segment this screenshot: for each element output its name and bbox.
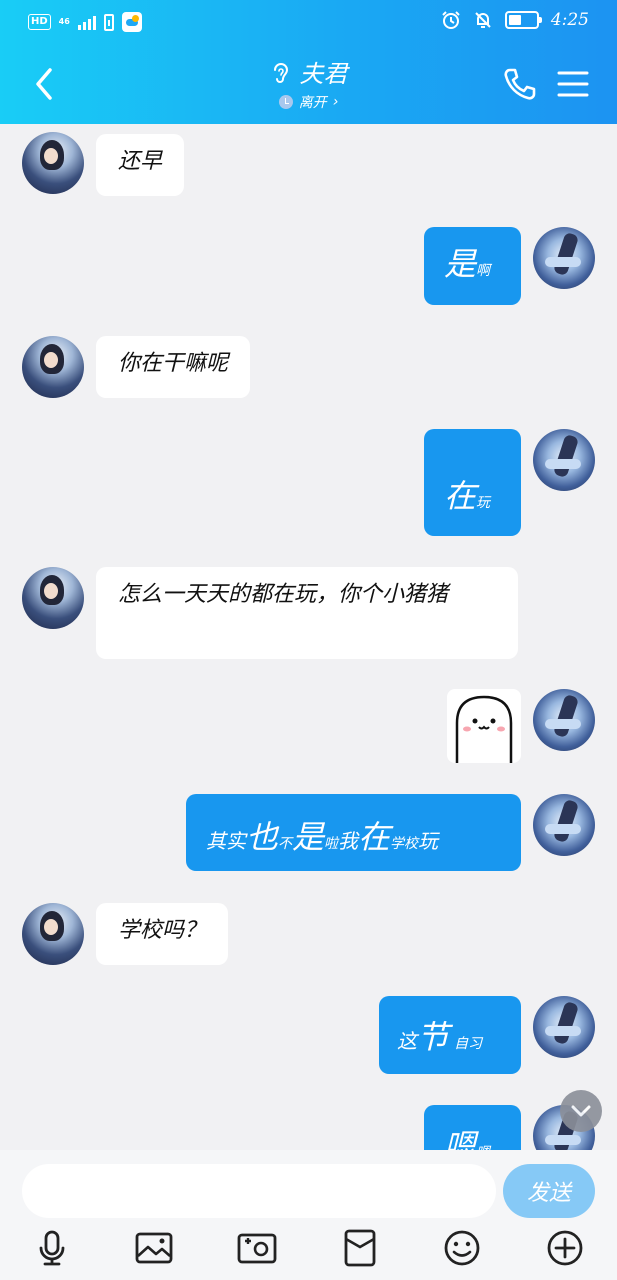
chevron-right-icon: › [332,94,339,110]
away-clock-icon [278,95,293,109]
input-area: 发送 [0,1150,617,1280]
outgoing-message[interactable]: 其实也不是啦我在学校玩 [186,794,521,871]
incoming-message[interactable]: 你在干嘛呢 [96,336,251,398]
my-avatar[interactable] [533,996,595,1058]
network-type: 46 [58,17,70,26]
chat-header: HD 46 4:25 夫君 离开 › [0,0,617,124]
plus-icon[interactable] [543,1226,587,1270]
presence-label: 离开 [298,95,327,111]
microphone-icon[interactable] [30,1226,74,1270]
smiley-sticker[interactable] [447,689,521,763]
outgoing-message[interactable]: 是啊 [424,227,521,305]
chat-title[interactable]: 夫君 离开 › [200,58,417,112]
my-avatar[interactable] [533,794,595,856]
contact-avatar[interactable] [22,336,84,398]
incoming-message[interactable]: 怎么一天天的都在玩，你个小猪猪 [96,567,518,659]
image-icon[interactable] [132,1226,176,1270]
incoming-message[interactable]: 学校吗？ [96,903,229,965]
sim-card-icon [103,13,114,31]
menu-button[interactable] [556,68,590,100]
mute-bell-icon [475,12,491,28]
outgoing-message[interactable]: 嗯嗯 [424,1105,521,1150]
my-avatar[interactable] [533,689,595,751]
phone-call-button[interactable] [502,66,538,102]
camera-icon[interactable] [235,1226,279,1270]
contact-avatar[interactable] [22,903,84,965]
contact-avatar[interactable] [22,567,84,629]
contact-avatar[interactable] [22,132,84,194]
smiley-sticker-icon [455,695,513,763]
outgoing-message[interactable]: 这节 自习 [379,996,521,1074]
chevron-down-icon [571,1105,591,1117]
message-input[interactable] [22,1164,496,1218]
contact-name: 夫君 [299,60,348,88]
weather-app-icon [121,12,142,32]
incoming-message[interactable]: 还早 [96,134,185,196]
my-avatar[interactable] [533,429,595,491]
message-list[interactable]: 还早 是啊 你在干嘛呢 在玩 怎么一天天的都在玩，你个小猪猪 其实也不是啦我在学… [0,124,617,1150]
send-button[interactable]: 发送 [503,1164,595,1218]
hd-badge: HD [28,14,51,30]
scroll-to-bottom-button[interactable] [560,1090,602,1132]
red-packet-icon[interactable] [338,1226,382,1270]
presence-status[interactable]: 离开 › [200,92,417,112]
status-bar: HD 46 4:25 [0,0,617,44]
ear-icon [273,63,288,83]
clock: 4:25 [550,10,589,30]
battery-icon [504,11,542,29]
signal-icon [77,14,96,30]
alarm-icon [442,11,460,29]
back-button[interactable] [26,64,62,104]
outgoing-message[interactable]: 在玩 [424,429,521,536]
input-toolbar [0,1226,617,1274]
my-avatar[interactable] [533,227,595,289]
emoji-icon[interactable] [440,1226,484,1270]
